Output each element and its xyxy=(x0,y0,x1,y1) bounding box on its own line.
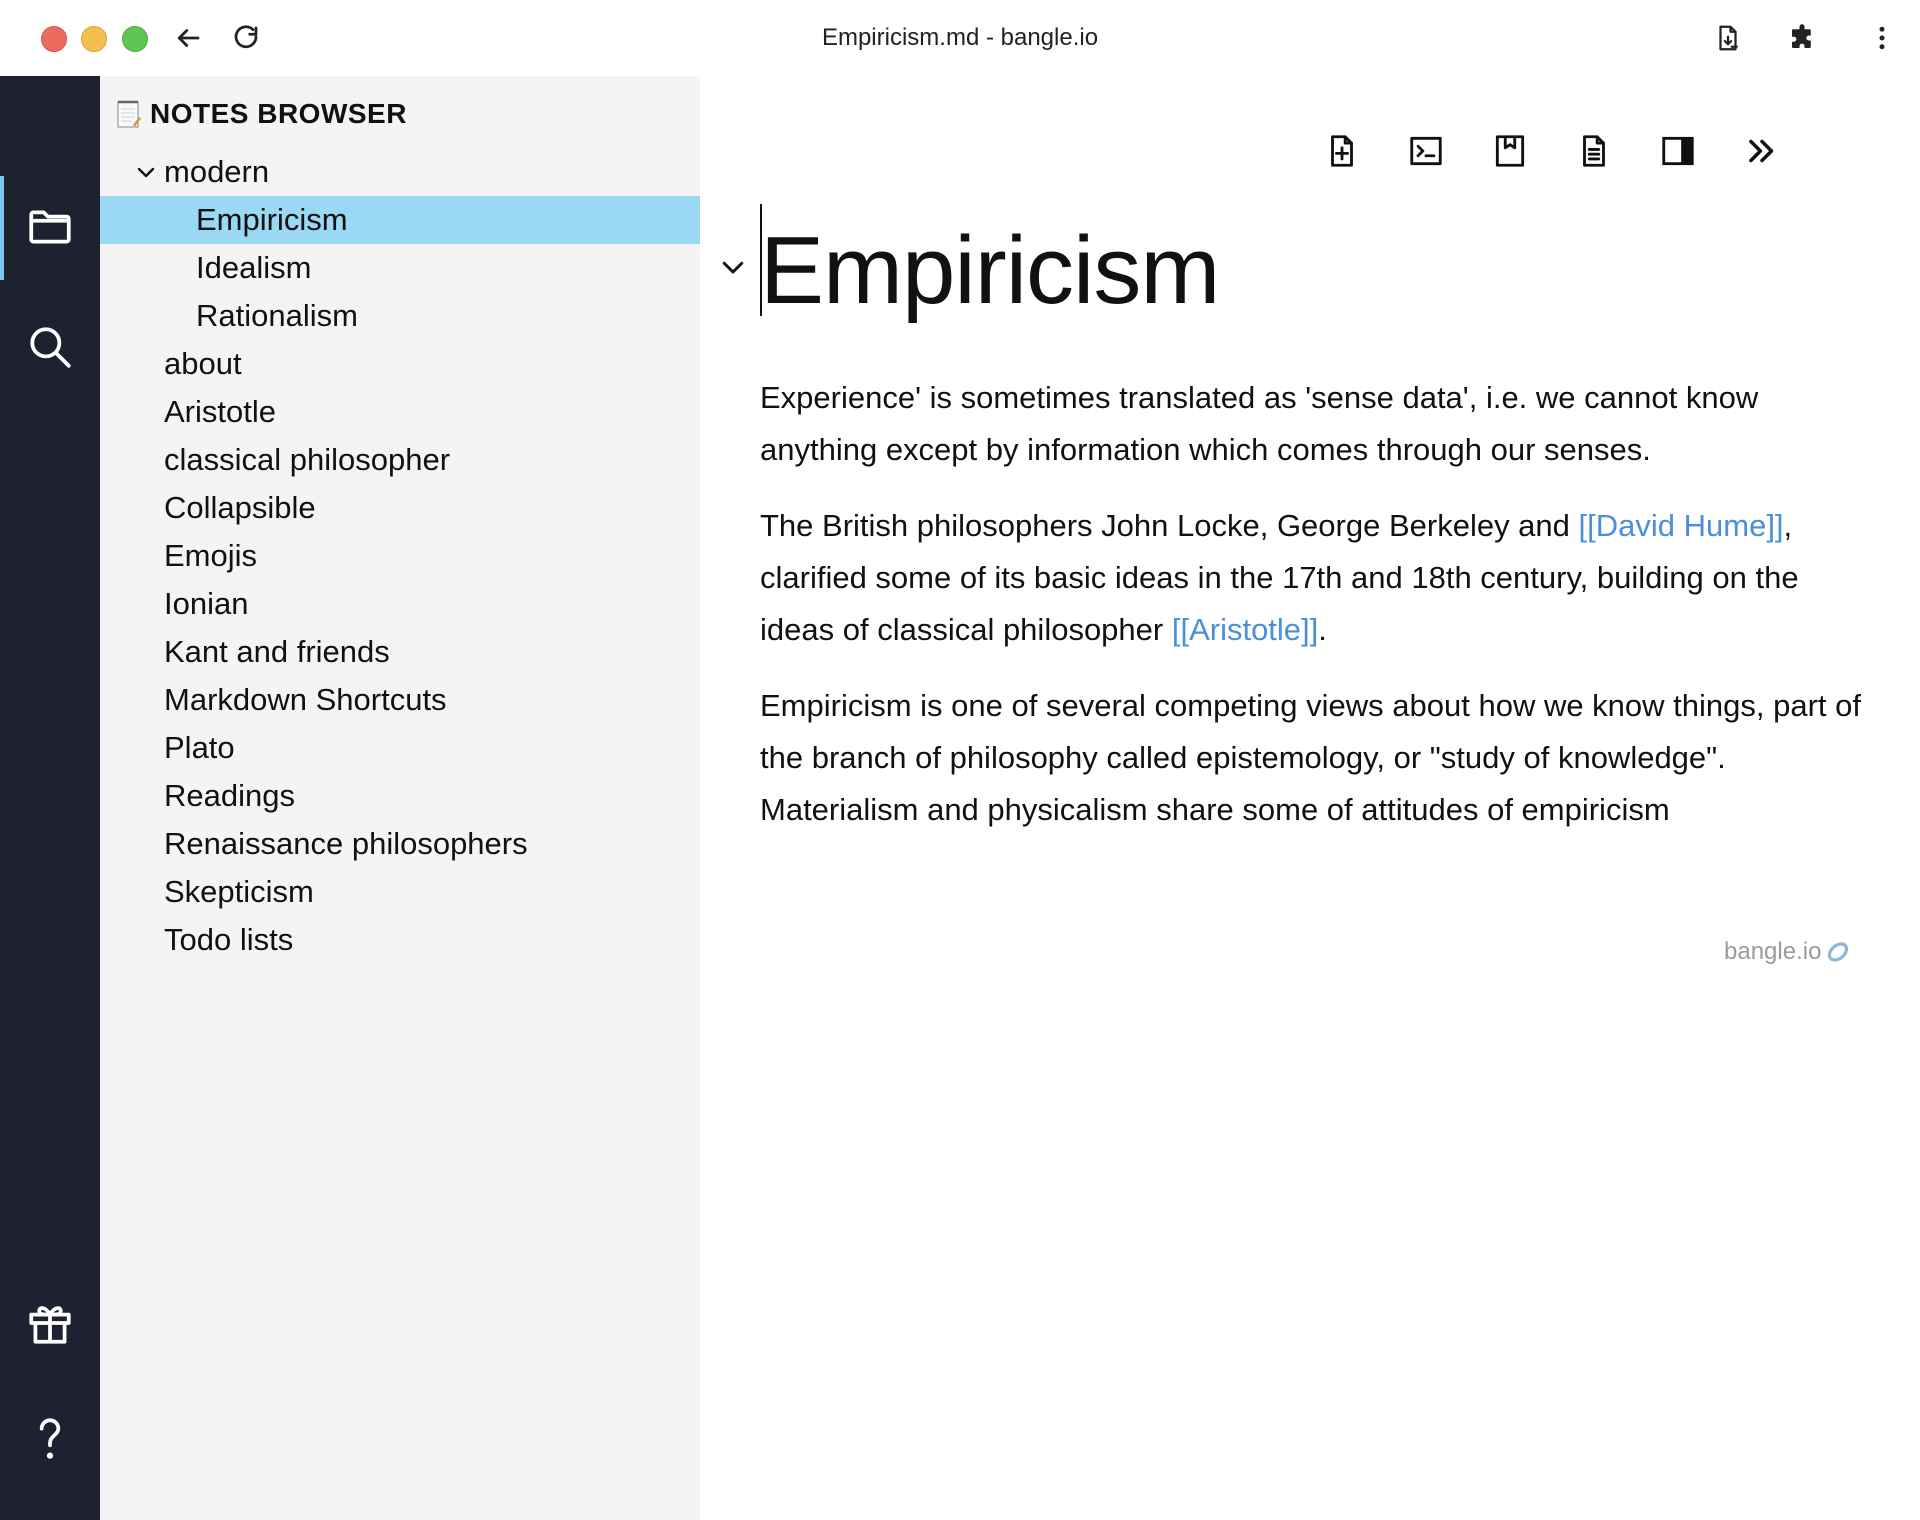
editor-toolbar xyxy=(1300,124,1804,178)
install-app-icon xyxy=(1719,25,1738,51)
notes-browser-title: NOTES BROWSER xyxy=(150,98,407,129)
chevron-down-icon xyxy=(137,167,155,178)
new-note-button[interactable] xyxy=(1300,124,1384,178)
tree-item-label: Plato xyxy=(164,730,235,765)
more-menu-icon xyxy=(1879,26,1885,50)
wikilink-aristotle[interactable]: [[Aristotle]] xyxy=(1172,612,1318,647)
document-title[interactable]: Empiricism xyxy=(760,216,1220,326)
paragraph-3: Empiricism is one of several competing v… xyxy=(760,688,1861,827)
tree-item-markdown-shortcuts[interactable]: Markdown Shortcuts xyxy=(100,676,700,724)
app-window: Empiricism.md - bangle.io NOTES BROWSER … xyxy=(0,0,1920,1520)
notes-browser-sidebar: NOTES BROWSER modern Empiricism Idealism… xyxy=(100,76,700,1520)
wikilink-david-hume[interactable]: [[David Hume]] xyxy=(1579,508,1784,543)
paragraph-2-text: . xyxy=(1318,612,1327,647)
notepad-icon xyxy=(117,100,141,128)
activity-bar xyxy=(0,76,100,1520)
tree-item-todo-lists[interactable]: Todo lists xyxy=(100,916,700,964)
brand-label: bangle.io xyxy=(1724,938,1822,965)
split-screen-button[interactable] xyxy=(1636,124,1720,178)
extensions-button[interactable] xyxy=(1784,20,1820,56)
document-body[interactable]: Experience' is sometimes translated as '… xyxy=(760,372,1870,860)
heading-fold-chevron-icon[interactable] xyxy=(718,252,748,282)
command-palette-icon xyxy=(1410,136,1442,166)
tree-item-label: classical philosopher xyxy=(164,442,451,477)
file-tree: modern Empiricism Idealism Rationalism a… xyxy=(100,148,700,964)
install-app-button[interactable] xyxy=(1710,20,1746,56)
bookmark-button[interactable] xyxy=(1468,124,1552,178)
tree-item-about[interactable]: about xyxy=(100,340,700,388)
tree-item-kant-and-friends[interactable]: Kant and friends xyxy=(100,628,700,676)
activity-files-button[interactable] xyxy=(0,182,100,272)
more-menu-button[interactable] xyxy=(1864,20,1900,56)
tree-item-label: Aristotle xyxy=(164,394,276,429)
tree-item-label: Kant and friends xyxy=(164,634,390,669)
tree-item-label: Skepticism xyxy=(164,874,314,909)
tree-item-label: Rationalism xyxy=(196,298,358,333)
activity-search-button[interactable] xyxy=(0,302,100,392)
bangle-logo-icon xyxy=(1828,942,1849,962)
activity-whats-new-button[interactable] xyxy=(0,1278,100,1368)
paragraph-1: Experience' is sometimes translated as '… xyxy=(760,380,1759,467)
tree-item-label: Todo lists xyxy=(164,922,294,957)
title-bar: Empiricism.md - bangle.io xyxy=(0,0,1920,76)
tree-item-readings[interactable]: Readings xyxy=(100,772,700,820)
gift-icon xyxy=(29,1306,71,1344)
tree-item-label: modern xyxy=(164,154,270,189)
notes-browser-header: NOTES BROWSER xyxy=(116,94,407,134)
activity-help-button[interactable] xyxy=(0,1394,100,1484)
extensions-icon xyxy=(1792,24,1811,48)
window-title: Empiricism.md - bangle.io xyxy=(821,24,1099,51)
tree-item-plato[interactable]: Plato xyxy=(100,724,700,772)
bookmark-icon xyxy=(1495,135,1525,167)
folder-icon xyxy=(29,210,71,244)
tree-item-skepticism[interactable]: Skepticism xyxy=(100,868,700,916)
tree-item-ionian[interactable]: Ionian xyxy=(100,580,700,628)
note-outline-icon xyxy=(1583,135,1605,167)
tree-item-label: about xyxy=(164,346,242,381)
collapse-sidebar-icon xyxy=(1749,139,1774,163)
editor-pane: Empiricism Experience' is sometimes tran… xyxy=(700,76,1920,1520)
tree-item-empiricism[interactable]: Empiricism xyxy=(100,196,700,244)
paragraph-2-text: The British philosophers John Locke, Geo… xyxy=(760,508,1579,543)
split-screen-icon xyxy=(1662,136,1694,166)
tree-item-label: Readings xyxy=(164,778,295,813)
tree-item-label: Idealism xyxy=(196,250,312,285)
search-icon xyxy=(30,327,71,368)
tree-item-idealism[interactable]: Idealism xyxy=(100,244,700,292)
question-mark-icon xyxy=(39,1418,61,1459)
tree-item-collapsible[interactable]: Collapsible xyxy=(100,484,700,532)
tree-item-renaissance-philosophers[interactable]: Renaissance philosophers xyxy=(100,820,700,868)
tree-item-label: Collapsible xyxy=(164,490,316,525)
tree-item-label: Emojis xyxy=(164,538,258,573)
tree-item-aristotle[interactable]: Aristotle xyxy=(100,388,700,436)
tree-item-classical-philosopher[interactable]: classical philosopher xyxy=(100,436,700,484)
note-outline-button[interactable] xyxy=(1552,124,1636,178)
tree-item-rationalism[interactable]: Rationalism xyxy=(100,292,700,340)
tree-item-label: Ionian xyxy=(164,586,249,621)
tree-folder-modern[interactable]: modern xyxy=(100,148,700,196)
tree-item-emojis[interactable]: Emojis xyxy=(100,532,700,580)
command-palette-button[interactable] xyxy=(1384,124,1468,178)
bangle-brand[interactable]: bangle.io xyxy=(1724,938,1851,966)
tree-item-label: Empiricism xyxy=(196,202,348,237)
paragraph-2: The British philosophers John Locke, Geo… xyxy=(760,500,1870,656)
new-note-icon xyxy=(1331,135,1353,167)
collapse-sidebar-button[interactable] xyxy=(1720,124,1804,178)
tree-item-label: Markdown Shortcuts xyxy=(164,682,447,717)
tree-item-label: Renaissance philosophers xyxy=(164,826,528,861)
